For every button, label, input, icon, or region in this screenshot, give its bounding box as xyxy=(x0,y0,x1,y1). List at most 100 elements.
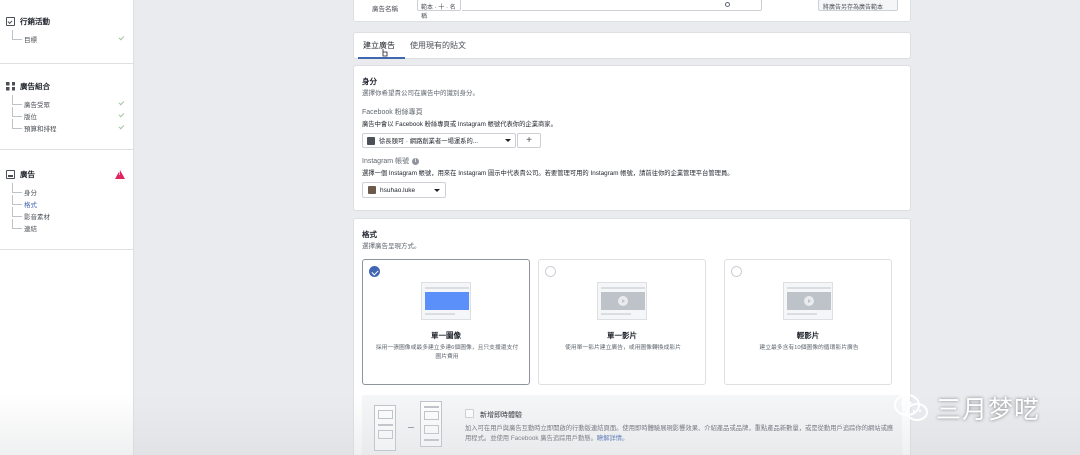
add-page-button[interactable]: + xyxy=(517,133,541,148)
tree-connector xyxy=(12,183,24,197)
instagram-account-value: hsuhao.luke xyxy=(380,186,416,194)
mockup-block xyxy=(378,410,393,419)
facebook-page-label-text: Facebook 粉絲專頁 xyxy=(362,109,423,116)
sidebar-item-label: 格式 xyxy=(24,202,37,209)
sidebar-item-label: 身分 xyxy=(24,190,37,197)
tree-connector xyxy=(12,107,24,121)
avatar xyxy=(368,186,376,194)
facebook-page-select[interactable]: 徐長頤可 · 網路創業者一場運系的... xyxy=(362,133,516,148)
sidebar-item-label: 目標 xyxy=(24,37,37,44)
instant-experience-checkbox[interactable] xyxy=(465,409,474,418)
page-avatar xyxy=(367,136,375,145)
format-radio-selected[interactable] xyxy=(369,266,380,277)
sidebar-item-label: 預算和排程 xyxy=(24,126,57,133)
format-section: 格式 選擇廣告呈現方式。 單一圖像 採用一張圖像或最多建立多達6個圖像，且只支援… xyxy=(353,218,911,455)
sidebar-ad-header[interactable]: 廣告 xyxy=(6,168,35,180)
mockup-block xyxy=(424,411,439,420)
sidebar-item-objective[interactable]: 目標 xyxy=(12,30,128,44)
learn-more-link[interactable]: 瞭解詳情。 xyxy=(597,435,628,442)
check-icon xyxy=(118,111,125,118)
slideshow-thumbnail xyxy=(783,282,833,320)
thumbnail-footer xyxy=(601,313,631,315)
thumbnail-footer xyxy=(425,313,455,315)
sidebar-item-identity[interactable]: 身分 xyxy=(12,183,128,197)
watermark-text: 三月梦呓 xyxy=(936,395,1041,424)
save-template-button[interactable]: 將廣告另存為廣告範本 xyxy=(818,0,898,11)
emoji-icon[interactable] xyxy=(725,2,730,7)
sidebar-divider xyxy=(0,63,134,64)
format-option-slideshow[interactable]: 輕影片 建立最多含有10個圖像的循環影片廣告 xyxy=(724,259,892,385)
sidebar-item-placements[interactable]: 版位 xyxy=(12,107,128,121)
format-option-name: 輕影片 xyxy=(796,331,820,340)
image-placeholder-icon xyxy=(425,292,469,310)
wechat-logo-icon xyxy=(894,394,928,421)
format-description: 選擇廣告呈現方式。 xyxy=(362,243,421,250)
sidebar-campaign-title: 行銷活動 xyxy=(20,16,50,26)
tab-existing-post[interactable]: 使用現有的貼文 xyxy=(410,40,466,51)
format-radio[interactable] xyxy=(731,266,742,277)
format-option-name: 單一影片 xyxy=(607,331,637,340)
sidebar-item-label: 連結 xyxy=(24,226,37,233)
hand-cursor-icon xyxy=(382,49,388,57)
sidebar-campaign-header[interactable]: 行銷活動 xyxy=(6,15,50,27)
instant-experience-row: 新增即時體驗 加入可在用戶與廣告互動時立即開啟的行動版連結頁面。使用即時體驗展現… xyxy=(362,395,902,455)
format-radio[interactable] xyxy=(545,266,556,277)
thumbnail-header xyxy=(425,287,469,289)
grid-icon xyxy=(6,81,15,91)
sidebar-adset-header[interactable]: 廣告組合 xyxy=(6,80,50,92)
sidebar-item-format[interactable]: 格式 xyxy=(12,195,128,209)
campaign-icon xyxy=(6,16,15,26)
tree-connector xyxy=(12,219,24,233)
check-icon xyxy=(118,123,125,130)
play-icon xyxy=(804,296,814,306)
instant-experience-desc-text: 加入可在用戶與廣告互動時立即開啟的行動版連結頁面。使用即時體驗展現影響效果、介紹… xyxy=(465,425,894,442)
ad-name-template-select[interactable]: 範本 · 十 · 名稱 xyxy=(417,0,461,20)
sidebar-adset-title: 廣告組合 xyxy=(20,81,50,91)
sidebar-divider xyxy=(0,149,134,150)
tab-create-ad[interactable]: 建立廣告 xyxy=(363,40,395,51)
instagram-account-hint: 選擇一個 Instagram 帳號，用來在 Instagram 圖示中代表貴公司… xyxy=(362,170,734,177)
sidebar-item-link[interactable]: 連結 xyxy=(12,219,128,233)
chevron-down-icon xyxy=(434,188,440,192)
check-icon xyxy=(118,34,125,41)
format-option-single-video[interactable]: 單一影片 使用單一影片建立廣告，或用圖像轉換成影片 xyxy=(538,259,706,385)
watermark: 三月梦呓 xyxy=(893,390,1040,426)
sidebar-item-media[interactable]: 影音素材 xyxy=(12,207,128,221)
warning-icon xyxy=(115,170,125,179)
single-video-thumbnail xyxy=(597,282,647,320)
sidebar: 行銷活動 目標 廣告組合 廣告受眾 版位 預算和排程 廣告 身分 格式 xyxy=(0,0,134,455)
ad-icon xyxy=(6,169,15,179)
tree-connector xyxy=(12,30,24,44)
format-title: 格式 xyxy=(362,230,377,239)
facebook-page-hint: 廣告中會以 Facebook 粉絲專頁或 Instagram 帳號代表你的企業商… xyxy=(362,121,557,128)
sidebar-ad-title: 廣告 xyxy=(20,169,35,179)
tree-connector xyxy=(12,119,24,133)
format-option-desc: 建立最多含有10個圖像的循環影片廣告 xyxy=(759,345,859,351)
sidebar-item-budget[interactable]: 預算和排程 xyxy=(12,119,128,133)
video-placeholder xyxy=(601,292,645,310)
tree-connector xyxy=(12,195,24,209)
instant-experience-illustration xyxy=(374,401,450,455)
identity-title: 身分 xyxy=(362,77,377,86)
info-icon[interactable]: i xyxy=(412,157,420,165)
sidebar-item-label: 影音素材 xyxy=(24,214,50,221)
instagram-account-select[interactable]: hsuhao.luke xyxy=(362,182,446,198)
tree-connector xyxy=(12,95,24,109)
ad-name-card: 廣告名稱 範本 · 十 · 名稱 將廣告另存為廣告範本 xyxy=(353,0,911,22)
single-image-thumbnail xyxy=(421,282,471,320)
ad-name-input[interactable] xyxy=(462,0,762,11)
sidebar-divider xyxy=(0,249,134,250)
chevron-down-icon xyxy=(505,139,511,142)
sidebar-item-label: 版位 xyxy=(24,114,37,121)
sidebar-item-audience[interactable]: 廣告受眾 xyxy=(12,95,128,109)
phone-mockup-icon xyxy=(420,401,442,447)
video-placeholder xyxy=(787,292,831,310)
arrow-icon xyxy=(408,427,414,428)
check-icon xyxy=(118,99,125,106)
thumbnail-header xyxy=(787,287,831,289)
play-icon xyxy=(618,296,628,306)
format-option-desc: 採用一張圖像或最多建立多達6個圖像，且只支援還支付圖片費用 xyxy=(375,345,519,360)
mockup-block xyxy=(378,430,393,439)
format-option-single-image[interactable]: 單一圖像 採用一張圖像或最多建立多達6個圖像，且只支援還支付圖片費用 xyxy=(362,259,530,385)
format-option-name: 單一圖像 xyxy=(431,331,461,340)
